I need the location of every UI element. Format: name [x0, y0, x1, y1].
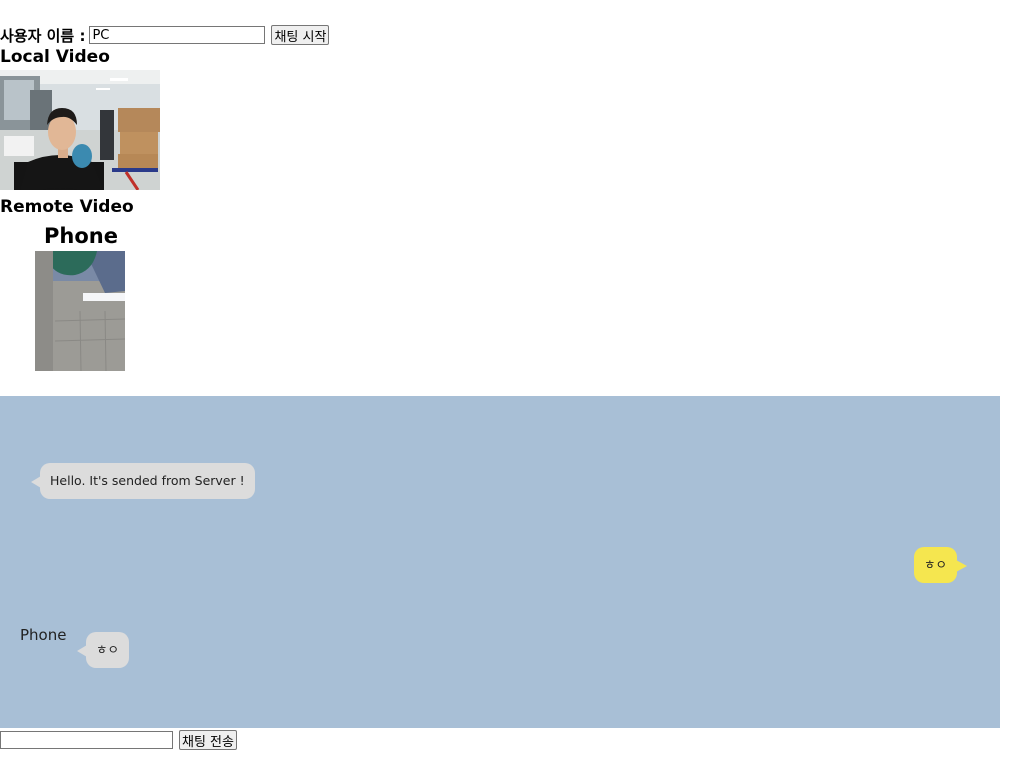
remote-video [35, 251, 125, 371]
remote-video-title: Remote Video [0, 197, 134, 217]
message-compose-row: 채팅 전송 [0, 729, 237, 751]
chat-message-right: ㅎㅇ [914, 547, 968, 583]
send-chat-button[interactable]: 채팅 전송 [179, 730, 237, 750]
chat-message-left: Hello. It's sended from Server ! [31, 463, 255, 499]
remote-peer-name: Phone [44, 224, 118, 248]
chat-sender-name: Phone [20, 626, 67, 644]
remote-video-frame [35, 251, 125, 371]
username-row: 사용자 이름 : 채팅 시작 [0, 24, 330, 46]
local-video [0, 70, 160, 190]
chat-area: Hello. It's sended from Server ! ㅎㅇ Phon… [0, 396, 1000, 728]
chat-message-left: ㅎㅇ [76, 632, 130, 668]
local-video-title: Local Video [0, 47, 110, 67]
message-input[interactable] [0, 731, 173, 749]
username-input[interactable] [89, 26, 266, 44]
username-label: 사용자 이름 : [0, 26, 86, 45]
local-video-frame [0, 70, 160, 190]
start-chat-button[interactable]: 채팅 시작 [271, 25, 330, 45]
